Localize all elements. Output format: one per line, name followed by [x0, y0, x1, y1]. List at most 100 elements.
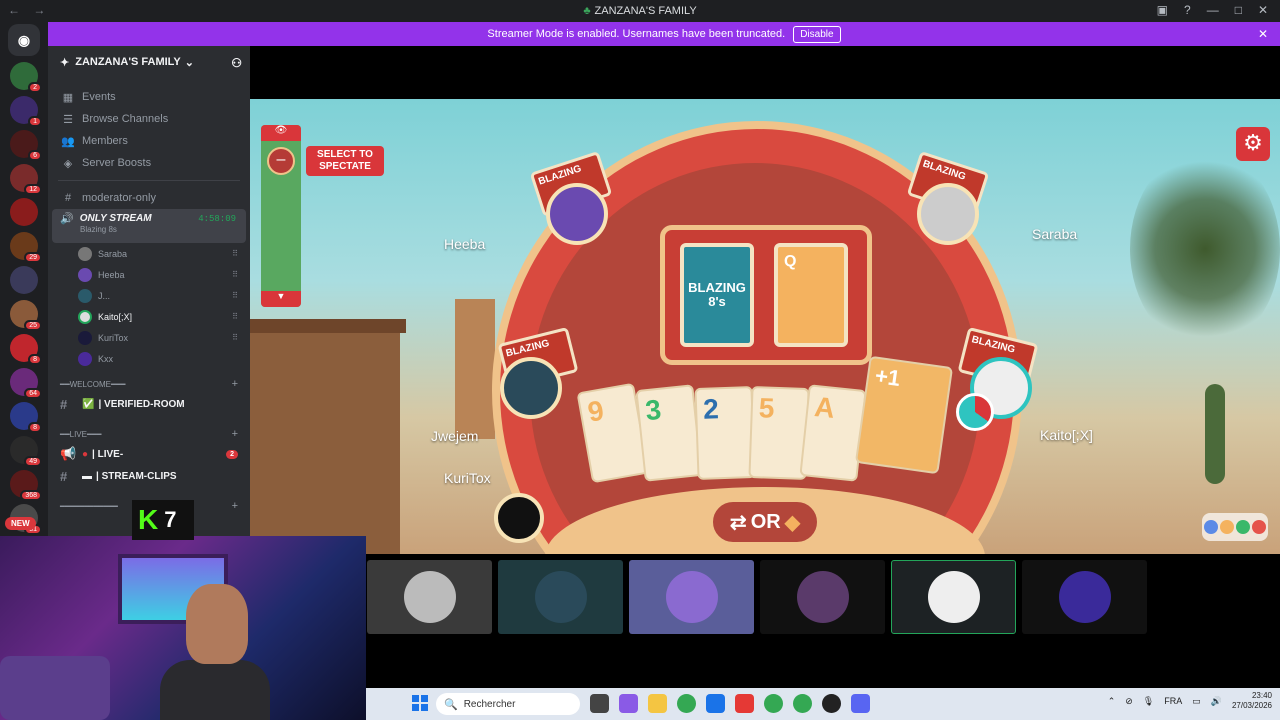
hand-card[interactable]: 3	[635, 384, 703, 482]
hash-icon: #	[64, 192, 72, 204]
app-icon[interactable]	[735, 694, 754, 713]
maximize-icon[interactable]: □	[1235, 3, 1242, 17]
color-dot[interactable]	[1220, 520, 1234, 534]
player-avatar-heeba[interactable]	[546, 183, 608, 245]
system-tray: ⌃ ⊘ 🎙 FRA ▭ 🔊 23:40 27/03/2026	[1108, 691, 1272, 712]
webcam-person-head	[186, 584, 248, 664]
server-icon[interactable]: 6	[10, 130, 42, 161]
server-icon[interactable]: 29	[10, 232, 42, 263]
language-indicator[interactable]: FRA	[1164, 696, 1182, 706]
add-member-icon[interactable]: ⚇	[231, 56, 242, 70]
copilot-icon[interactable]	[619, 694, 638, 713]
hand-card[interactable]: 2	[694, 386, 756, 480]
participant-tile[interactable]	[760, 560, 885, 634]
server-icon[interactable]	[10, 198, 38, 226]
color-dot[interactable]	[1252, 520, 1266, 534]
spectate-tooltip: SELECT TO SPECTATE	[306, 146, 384, 176]
player-name-kaito: Kaito[;X]	[1040, 427, 1093, 443]
voice-channel-only-stream[interactable]: 🔊 ONLY STREAM 4:58:09 Blazing 8s	[52, 209, 246, 243]
participant-tile[interactable]	[367, 560, 492, 634]
chevron-up-icon[interactable]: ⌃	[1108, 696, 1116, 707]
monitor-icon[interactable]: ▭	[1192, 696, 1201, 707]
voice-user[interactable]: KuriTox ⠿	[48, 327, 250, 348]
chrome-profile-icon[interactable]	[793, 694, 812, 713]
plus-icon[interactable]: +	[232, 428, 238, 440]
windows-start-icon[interactable]	[412, 695, 428, 711]
channel-verified-room[interactable]: # ✅ | VERIFIED-ROOM	[48, 393, 250, 415]
color-picker[interactable]	[1202, 513, 1268, 541]
player-avatar-saraba[interactable]	[917, 183, 979, 245]
server-icon[interactable]: 2	[10, 62, 42, 93]
channel-live[interactable]: 📢 ● | LIVE- 2	[48, 443, 250, 465]
spectate-toggle-button[interactable]: –	[267, 147, 295, 175]
game-viewport[interactable]: 👁 ▼ – SELECT TO SPECTATE ⚙ BLAZING 8's Q…	[250, 99, 1280, 554]
close-icon[interactable]: ✕	[1258, 27, 1268, 41]
server-icon[interactable]: 12	[10, 164, 42, 195]
store-icon[interactable]	[706, 694, 725, 713]
server-icon[interactable]: 8	[10, 402, 42, 433]
player-avatar-kuritox[interactable]	[494, 493, 544, 543]
draw-deck[interactable]: BLAZING 8's	[680, 243, 754, 347]
mic-icon[interactable]: 🎙	[1143, 696, 1154, 707]
server-header[interactable]: ✦ ZANZANA'S FAMILY ⌄ ⚇	[48, 46, 250, 78]
participant-tile[interactable]	[498, 560, 623, 634]
menu-server-boosts[interactable]: ◈ Server Boosts	[48, 152, 250, 174]
category-live[interactable]: ━━LIVE━━━ +	[48, 425, 250, 443]
participant-tile[interactable]	[629, 560, 754, 634]
participant-tile[interactable]	[1022, 560, 1147, 634]
new-badge[interactable]: NEW	[5, 517, 36, 530]
network-off-icon[interactable]: ⊘	[1125, 696, 1133, 707]
player-avatar-jwejem[interactable]	[500, 357, 562, 419]
menu-members[interactable]: 👥 Members	[48, 130, 250, 152]
server-icon[interactable]	[10, 266, 38, 294]
hand-card[interactable]: A	[799, 384, 867, 482]
server-icon[interactable]: 8	[10, 334, 42, 365]
clock[interactable]: 23:40 27/03/2026	[1232, 691, 1272, 712]
taskbar-search[interactable]: 🔍 Rechercher	[436, 693, 580, 715]
participant-tile-speaking[interactable]	[891, 560, 1016, 634]
draw-or-pass-button[interactable]: ⇄ OR ◆	[710, 499, 820, 545]
discord-home-icon[interactable]: ◉	[8, 24, 40, 56]
server-icon[interactable]: 64	[10, 368, 42, 399]
plus-icon[interactable]: +	[232, 378, 238, 390]
channel-moderator-only[interactable]: # moderator-only	[48, 187, 250, 209]
category-name: ━━LIVE━━━	[60, 429, 102, 439]
voice-user[interactable]: Heeba ⠿	[48, 264, 250, 285]
help-icon[interactable]: ?	[1184, 3, 1191, 17]
minimize-icon[interactable]: —	[1207, 3, 1219, 17]
voice-user[interactable]: J... ⠿	[48, 285, 250, 306]
server-icon[interactable]: 368	[10, 470, 42, 501]
eye-icon[interactable]: 👁	[261, 125, 301, 141]
grid-icon: ⠿	[232, 249, 238, 258]
color-dot[interactable]	[1236, 520, 1250, 534]
disable-button[interactable]: Disable	[793, 25, 841, 43]
channel-stream-clips[interactable]: # ▬ | STREAM-CLIPS	[48, 465, 250, 487]
menu-events[interactable]: ▦ Events	[48, 86, 250, 108]
voice-user[interactable]: Kaito[;X] ⠿	[48, 306, 250, 327]
drawn-card[interactable]: +1	[854, 355, 954, 475]
discord-icon[interactable]	[851, 694, 870, 713]
search-placeholder: Rechercher	[463, 698, 516, 710]
category-welcome[interactable]: ━━WELCOME━━━ +	[48, 375, 250, 393]
file-explorer-icon[interactable]	[648, 694, 667, 713]
voice-user[interactable]: Saraba ⠿	[48, 243, 250, 264]
volume-icon[interactable]: 🔊	[1211, 696, 1222, 707]
color-dot[interactable]	[1204, 520, 1218, 534]
inbox-icon[interactable]: ▣	[1157, 3, 1168, 17]
server-icon[interactable]: 49	[10, 436, 42, 467]
chrome-icon[interactable]	[764, 694, 783, 713]
user-name: J...	[98, 290, 111, 301]
avatar	[78, 267, 92, 282]
server-icon[interactable]: 25	[10, 300, 42, 331]
server-icon[interactable]: 1	[10, 96, 42, 127]
user-name: Kaito[;X]	[98, 311, 133, 322]
voice-user[interactable]: Kxx	[48, 348, 250, 369]
close-window-icon[interactable]: ✕	[1258, 3, 1268, 17]
chrome-icon[interactable]	[677, 694, 696, 713]
task-view-icon[interactable]	[590, 694, 609, 713]
obs-icon[interactable]	[822, 694, 841, 713]
plus-icon[interactable]: +	[232, 500, 238, 512]
chevron-down-icon[interactable]: ▼	[261, 291, 301, 307]
menu-browse-channels[interactable]: ☰ Browse Channels	[48, 108, 250, 130]
settings-gear-icon[interactable]: ⚙	[1236, 127, 1270, 161]
